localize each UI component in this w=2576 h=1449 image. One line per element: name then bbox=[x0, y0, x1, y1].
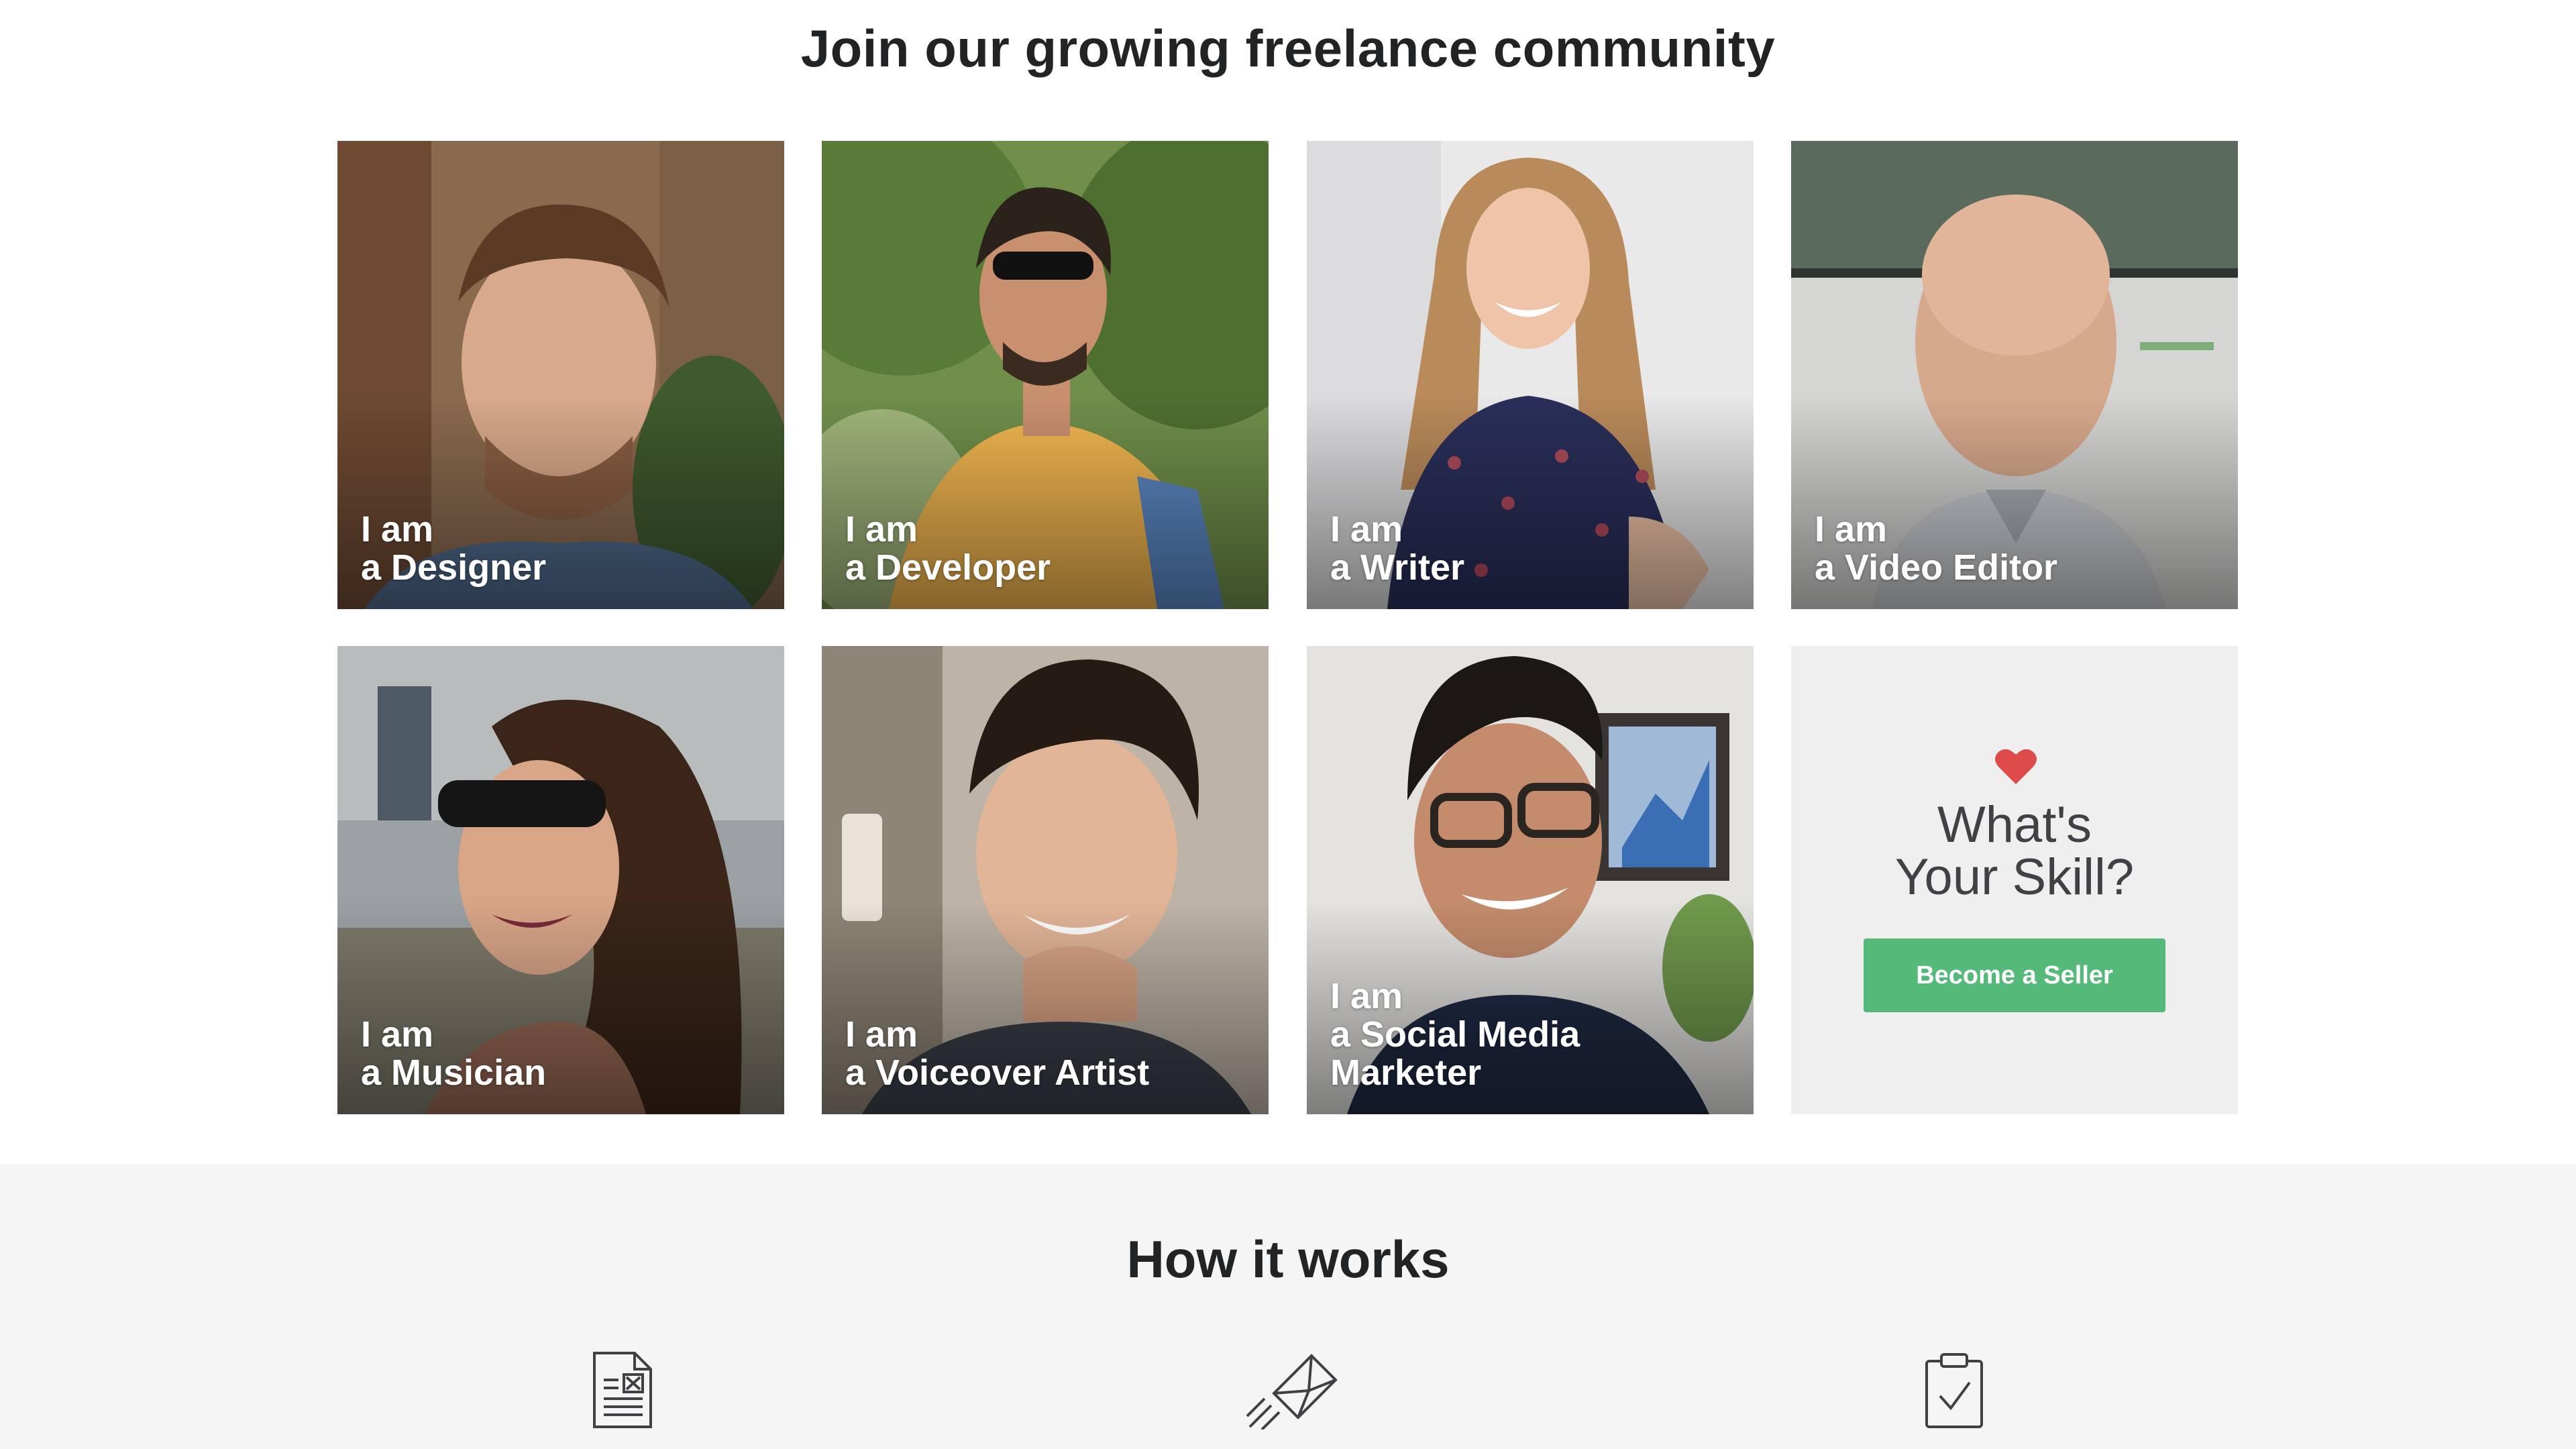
skill-heading-line2: Your Skill? bbox=[1894, 849, 2135, 906]
caption-line1: I am bbox=[845, 1014, 918, 1055]
caption-line1: I am bbox=[361, 1014, 434, 1055]
heart-icon bbox=[1995, 749, 2037, 784]
tile-musician[interactable]: I am a Musician bbox=[337, 646, 784, 1114]
tile-caption: I am a Developer bbox=[845, 511, 1255, 587]
caption-line1: I am bbox=[1330, 976, 1403, 1016]
caption-line2: a Developer bbox=[845, 547, 1051, 588]
become-seller-button[interactable]: Become a Seller bbox=[1864, 938, 2165, 1012]
caption-line2: a Social Media bbox=[1330, 1014, 1580, 1055]
skill-heading-line1: What's bbox=[1937, 796, 2092, 853]
tile-social-media-marketer[interactable]: I am a Social Media Marketer bbox=[1307, 646, 1754, 1114]
caption-line1: I am bbox=[1330, 509, 1403, 549]
caption-line3: Marketer bbox=[1330, 1053, 1482, 1093]
tile-caption: I am a Voiceover Artist bbox=[845, 1016, 1255, 1092]
tile-video-editor[interactable]: I am a Video Editor bbox=[1791, 141, 2238, 609]
caption-line2: a Writer bbox=[1330, 547, 1465, 588]
document-form-icon bbox=[593, 1352, 652, 1428]
clipboard-check-icon bbox=[1925, 1353, 1983, 1428]
tile-caption: I am a Social Media Marketer bbox=[1330, 977, 1740, 1092]
how-it-works-section: How it works bbox=[0, 1164, 2576, 1449]
caption-line1: I am bbox=[361, 509, 434, 549]
caption-line2: a Video Editor bbox=[1815, 547, 2058, 588]
skill-heading: What's Your Skill? bbox=[1791, 799, 2238, 904]
tile-voiceover-artist[interactable]: I am a Voiceover Artist bbox=[822, 646, 1269, 1114]
tile-caption: I am a Video Editor bbox=[1815, 511, 2224, 587]
caption-line2: a Musician bbox=[361, 1053, 547, 1093]
caption-line2: a Designer bbox=[361, 547, 547, 588]
skill-card: What's Your Skill? Become a Seller bbox=[1791, 646, 2238, 1114]
caption-line2: a Voiceover Artist bbox=[845, 1053, 1150, 1093]
tile-designer[interactable]: I am a Designer bbox=[337, 141, 784, 609]
caption-line1: I am bbox=[1815, 509, 1888, 549]
tile-caption: I am a Designer bbox=[361, 511, 771, 587]
how-it-works-title: How it works bbox=[1126, 1230, 1450, 1289]
tile-caption: I am a Musician bbox=[361, 1016, 771, 1092]
tile-developer[interactable]: I am a Developer bbox=[822, 141, 1269, 609]
community-title: Join our growing freelance community bbox=[800, 19, 1776, 78]
tile-writer[interactable]: I am a Writer bbox=[1307, 141, 1754, 609]
paper-plane-envelope-icon bbox=[1246, 1354, 1338, 1430]
community-section: Join our growing freelance community I a… bbox=[0, 0, 2576, 1164]
caption-line1: I am bbox=[845, 509, 918, 549]
tile-caption: I am a Writer bbox=[1330, 511, 1740, 587]
